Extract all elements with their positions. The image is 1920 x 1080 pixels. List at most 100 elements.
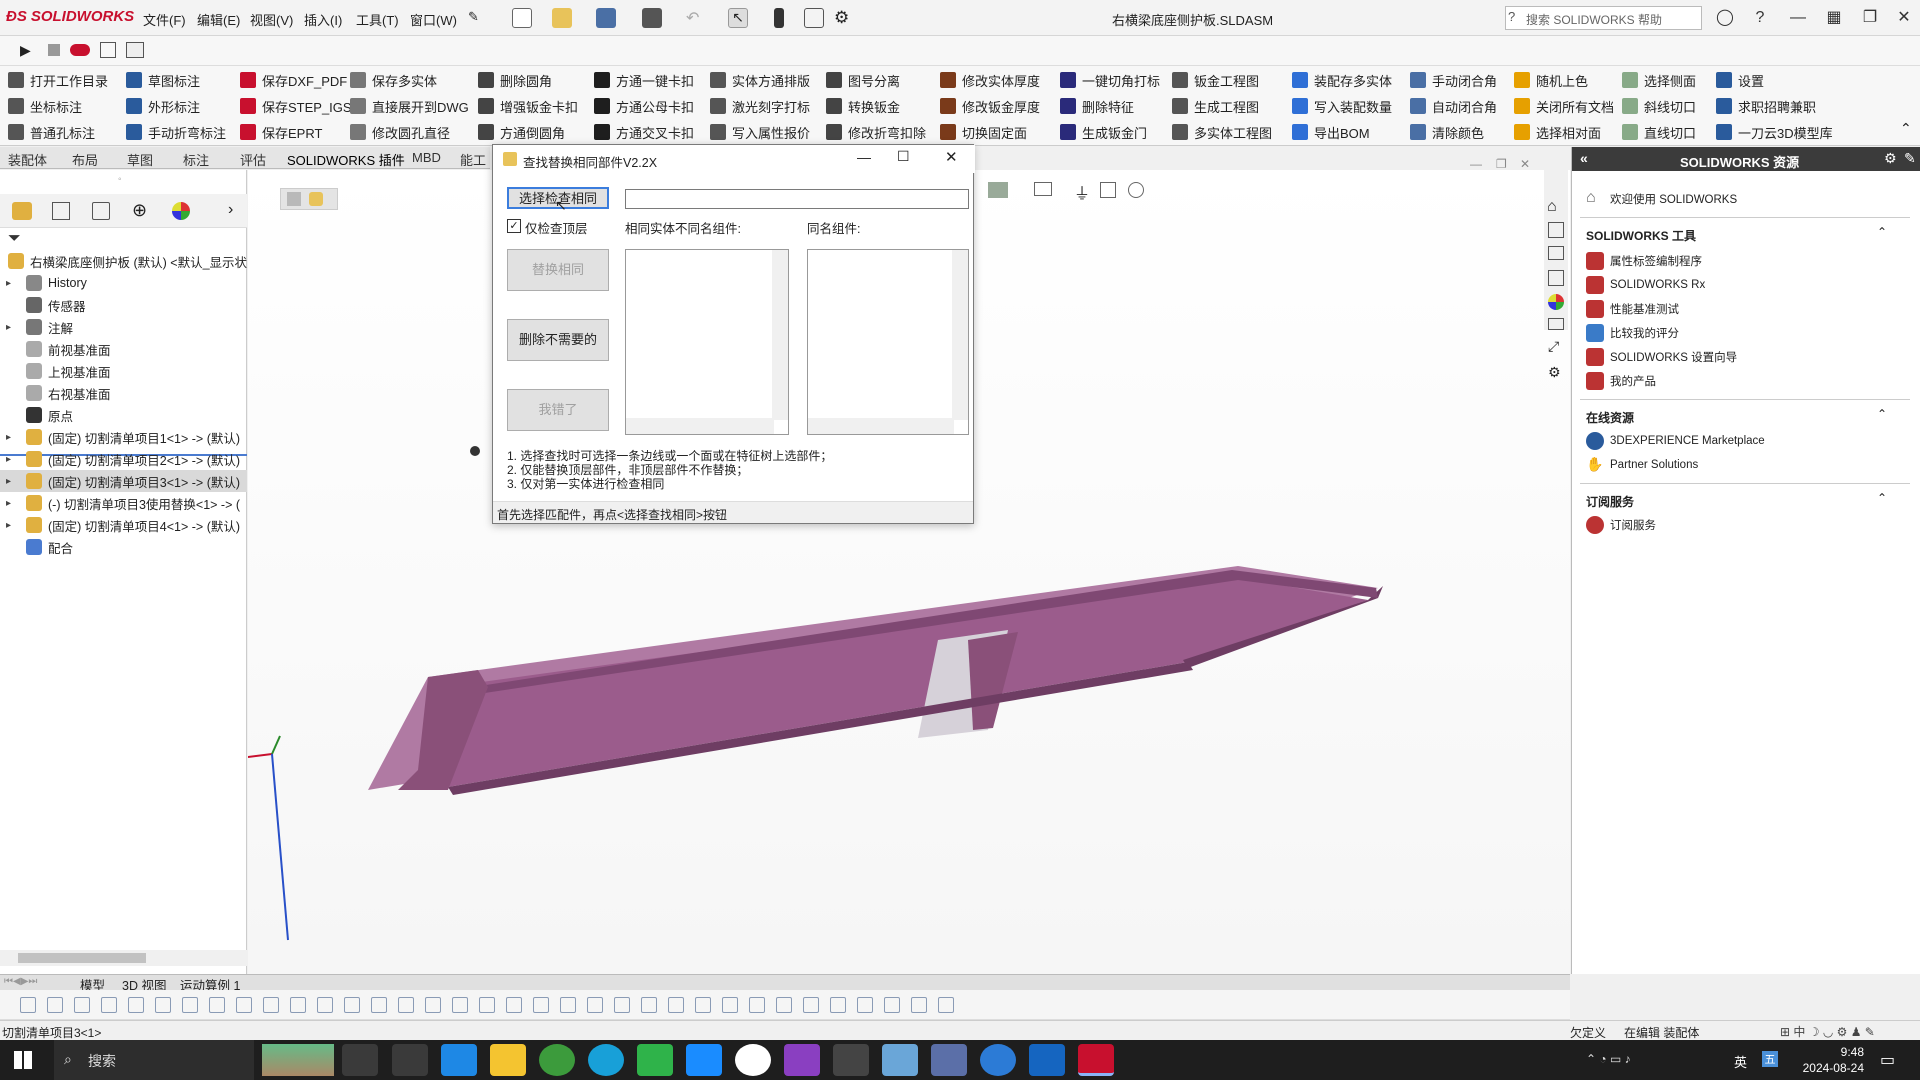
menu-insert[interactable]: 插入(I)	[304, 10, 342, 29]
selection-filter-icon[interactable]	[263, 997, 279, 1013]
menu-file[interactable]: 文件(F)	[143, 10, 186, 29]
feature-tree-tab-icon[interactable]	[12, 202, 32, 220]
selection-filter-icon[interactable]	[749, 997, 765, 1013]
selection-filter-icon[interactable]	[560, 997, 576, 1013]
plugin-button[interactable]: 装配存多实体	[1292, 68, 1392, 92]
python-icon[interactable]	[833, 1044, 869, 1076]
plugin-button[interactable]: 求职招聘兼职	[1716, 94, 1816, 118]
expand-arrow-icon[interactable]: ▸	[6, 498, 20, 509]
solidworks-logo[interactable]: ƉS SOLIDWORKS	[6, 8, 134, 25]
edge-icon[interactable]	[588, 1044, 624, 1076]
plugin-button[interactable]: 删除圆角	[478, 68, 552, 92]
traffic-light-icon[interactable]	[774, 8, 784, 28]
dialog-maximize-icon[interactable]: ☐	[897, 148, 910, 165]
wrong-button[interactable]: 我错了	[507, 389, 609, 431]
tool-item[interactable]: 性能基准测试	[1586, 299, 1679, 319]
same-body-listbox[interactable]	[625, 249, 789, 435]
settings-gear-icon[interactable]: ⚙	[1548, 364, 1561, 381]
selection-filter-icon[interactable]	[20, 997, 36, 1013]
selection-filter-icon[interactable]	[695, 997, 711, 1013]
selection-filter-icon[interactable]	[506, 997, 522, 1013]
plugin-button[interactable]: 多实体工程图	[1172, 120, 1272, 144]
expand-arrow-icon[interactable]: ▸	[6, 454, 20, 465]
plugin-button[interactable]: 清除颜色	[1410, 120, 1484, 144]
doc-restore-icon[interactable]: ❐	[1496, 157, 1507, 171]
plugin-button[interactable]: 增强钣金卡扣	[478, 94, 578, 118]
plugin-button[interactable]: 激光刻字打标	[710, 94, 810, 118]
outlook-icon[interactable]	[686, 1044, 722, 1076]
plugin-button[interactable]: 转换钣金	[826, 94, 900, 118]
plugin-button[interactable]: 导出BOM	[1292, 120, 1370, 144]
options-gear-icon[interactable]: ⚙	[834, 8, 854, 28]
expand-arrow-icon[interactable]: ▸	[6, 322, 20, 333]
selection-filter-icon[interactable]	[344, 997, 360, 1013]
notification-icon[interactable]: ▭	[1880, 1050, 1895, 1070]
expand-arrow-icon[interactable]: ▸	[6, 520, 20, 531]
dialog-title-bar[interactable]: 查找替换相同部件V2.2X — ☐ ✕	[493, 145, 975, 173]
tile-icon[interactable]: ▦	[1820, 6, 1848, 30]
plugin-button[interactable]: 直线切口	[1622, 120, 1696, 144]
selection-filter-icon[interactable]	[911, 997, 927, 1013]
plugin-button[interactable]: 写入装配数量	[1292, 94, 1392, 118]
selection-filter-icon[interactable]	[830, 997, 846, 1013]
tab-layout[interactable]: 布局	[72, 150, 98, 169]
plugin-button[interactable]: 生成工程图	[1172, 94, 1259, 118]
selection-filter-icon[interactable]	[641, 997, 657, 1013]
visual-studio-icon[interactable]	[784, 1044, 820, 1076]
top-level-checkbox[interactable]: ✓	[507, 219, 521, 233]
undo-icon[interactable]: ↶	[686, 8, 706, 28]
doc-close-icon[interactable]: ✕	[1520, 157, 1530, 171]
tab-markup[interactable]: 标注	[183, 150, 209, 169]
online-item[interactable]: 3DEXPERIENCE Marketplace	[1586, 431, 1765, 451]
selection-filter-icon[interactable]	[371, 997, 387, 1013]
tree-item[interactable]: 右视基准面	[0, 382, 247, 404]
dimxpert-tab-icon[interactable]: ⊕	[132, 200, 147, 221]
plugin-button[interactable]: 设置	[1716, 68, 1764, 92]
expand-arrow-icon[interactable]: ▸	[6, 476, 20, 487]
taskbar-clock[interactable]: 9:48 2024-08-24	[1803, 1044, 1864, 1076]
plugin-button[interactable]: 修改圆孔直径	[350, 120, 450, 144]
view-palette-icon[interactable]	[1548, 270, 1564, 286]
tree-item[interactable]: ▸ (固定) 切割清单项目4<1> -> (默认)	[0, 514, 247, 536]
same-name-listbox[interactable]	[807, 249, 969, 435]
design-library-icon[interactable]	[1548, 222, 1564, 238]
remote-desktop-icon[interactable]	[931, 1044, 967, 1076]
selection-filter-icon[interactable]	[290, 997, 306, 1013]
help-circle-icon[interactable]: ?	[1746, 6, 1774, 30]
panel-grip[interactable]: ◦	[118, 174, 122, 185]
dialog-close-icon[interactable]: ✕	[945, 148, 958, 166]
plugin-button[interactable]: 手动闭合角	[1410, 68, 1497, 92]
selection-filter-icon[interactable]	[182, 997, 198, 1013]
plugin-button[interactable]: 一刀云3D模型库	[1716, 120, 1833, 144]
selection-input[interactable]	[625, 189, 969, 209]
selection-filter-icon[interactable]	[425, 997, 441, 1013]
panel-pin-icon[interactable]: ✎	[1904, 150, 1916, 167]
cloud-icon[interactable]	[980, 1044, 1016, 1076]
print-icon[interactable]	[642, 8, 662, 28]
listbox-scrollbar[interactable]	[952, 250, 968, 420]
selection-filter-icon[interactable]	[668, 997, 684, 1013]
solidworks-taskbar-icon[interactable]	[1078, 1044, 1114, 1076]
doc-minimize-icon[interactable]: —	[1470, 157, 1482, 171]
plugin-button[interactable]: 修改钣金厚度	[940, 94, 1040, 118]
browser-icon[interactable]	[539, 1044, 575, 1076]
tab-solidworks-addins[interactable]: SOLIDWORKS 插件	[287, 150, 405, 169]
plugin-button[interactable]: 钣金工程图	[1172, 68, 1259, 92]
edit-macro-icon[interactable]	[126, 42, 144, 58]
tree-item[interactable]: ▸ (-) 切割清单项目3使用替换<1> -> (	[0, 492, 247, 514]
selection-filter-icon[interactable]	[857, 997, 873, 1013]
view-settings-icon[interactable]	[1034, 182, 1052, 196]
plugin-button[interactable]: 一键切角打标	[1060, 68, 1160, 92]
plugin-button[interactable]: 切换固定面	[940, 120, 1027, 144]
menu-window[interactable]: 窗口(W)	[410, 10, 457, 29]
selection-filter-icon[interactable]	[47, 997, 63, 1013]
menu-tools[interactable]: 工具(T)	[356, 10, 399, 29]
custom-properties-icon[interactable]	[1548, 318, 1564, 330]
open-document-icon[interactable]	[552, 8, 572, 28]
plugin-button[interactable]: 草图标注	[126, 68, 200, 92]
plugin-button[interactable]: 图号分离	[826, 68, 900, 92]
menu-view[interactable]: 视图(V)	[250, 10, 293, 29]
selection-filter-icon[interactable]	[317, 997, 333, 1013]
tab-mbd[interactable]: MBD	[412, 150, 441, 165]
selection-filter-icon[interactable]	[209, 997, 225, 1013]
